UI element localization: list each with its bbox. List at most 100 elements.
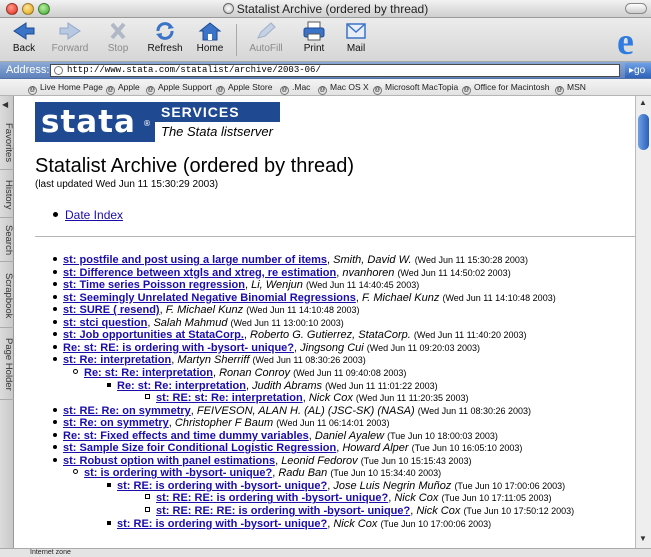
vertical-scrollbar[interactable]: ▲ ▼ xyxy=(635,96,651,548)
thread-subject-link[interactable]: st: Time series Poisson regression xyxy=(63,279,245,291)
thread-subject-link[interactable]: st: is ordering with -bysort- unique? xyxy=(84,467,272,479)
sidebar-tab-search[interactable]: Search xyxy=(0,220,14,262)
go-button[interactable]: ▸go xyxy=(625,63,651,78)
sidebar-tab-scrapbook[interactable]: Scrapbook xyxy=(0,264,14,328)
thread-row: Re: st: Re: interpretation, Ronan Conroy… xyxy=(73,367,406,379)
bullet-marker xyxy=(53,420,57,425)
bullet-marker xyxy=(73,469,78,475)
thread-subject-link[interactable]: st: Re: interpretation xyxy=(63,354,171,366)
bullet-marker xyxy=(53,457,57,462)
favorite-link[interactable]: @ Live Home Page xyxy=(28,82,103,95)
thread-author: Daniel Ayalew xyxy=(314,429,385,442)
favorite-globe-icon: @ xyxy=(555,86,564,95)
thread-subject-link[interactable]: Re: st: Re: interpretation xyxy=(84,367,213,379)
bullet-marker xyxy=(53,432,57,437)
thread-subject-link[interactable]: st: SURE ( resend) xyxy=(63,304,160,316)
thread-date: (Tue Jun 10 17:00:06 2003) xyxy=(454,480,566,491)
bullet-marker xyxy=(53,319,57,324)
favorite-globe-icon: @ xyxy=(106,86,115,95)
print-label: Print xyxy=(303,43,325,54)
thread-subject-link[interactable]: st: RE: RE: is ordering with -bysort- un… xyxy=(156,492,388,504)
thread-subject-link[interactable]: Re: st: RE: is ordering with -bysort- un… xyxy=(63,342,294,354)
bullet-marker xyxy=(53,344,57,349)
thread-row: st: Job opportunities at StataCorp., Rob… xyxy=(53,329,526,341)
thread-author: Leonid Fedorov xyxy=(281,454,358,467)
sidebar-tab-page-holder[interactable]: Page Holder xyxy=(0,330,14,400)
refresh-icon xyxy=(156,22,174,40)
bullet-marker xyxy=(53,357,57,362)
thread-row: st: Re: on symmetry, Christopher F Baum … xyxy=(53,417,389,429)
favorite-link[interactable]: @ .Mac xyxy=(280,82,310,95)
thread-date: (Wed Jun 11 06:14:01 2003) xyxy=(276,418,390,429)
thread-date: (Tue Jun 10 17:11:05 2003) xyxy=(441,493,552,504)
thread-subject-link[interactable]: Re: st: Re: interpretation xyxy=(117,380,246,392)
bullet-marker xyxy=(53,257,57,261)
thread-date: (Wed Jun 11 09:20:03 2003) xyxy=(366,342,481,353)
scroll-up-icon[interactable]: ▲ xyxy=(639,98,647,107)
thread-subject-link[interactable]: st: Difference between xtgls and xtreg, … xyxy=(63,267,336,279)
thread-subject-link[interactable]: st: stci question xyxy=(63,317,147,329)
thread-author: FEIVESON, ALAN H. (AL) (JSC-SK) (NASA) xyxy=(196,404,415,417)
thread-subject-link[interactable]: st: RE: Re: on symmetry xyxy=(63,405,191,417)
thread-row: st: RE: RE: RE: is ordering with -bysort… xyxy=(145,505,574,517)
refresh-label: Refresh xyxy=(147,43,183,54)
toolbar-toggle-button[interactable] xyxy=(625,3,647,14)
scroll-down-icon[interactable]: ▼ xyxy=(639,534,647,543)
thread-row: st: Sample Size foir Conditional Logisti… xyxy=(53,442,522,454)
home-button[interactable]: Home xyxy=(190,20,230,60)
autofill-button[interactable]: AutoFill xyxy=(242,20,290,60)
mail-button[interactable]: Mail xyxy=(336,20,376,60)
thread-subject-link[interactable]: st: Job opportunities at StataCorp. xyxy=(63,329,244,341)
thread-subject-link[interactable]: st: Sample Size foir Conditional Logisti… xyxy=(63,442,336,454)
sidebar-tab-history[interactable]: History xyxy=(0,172,14,218)
thread-date: (Wed Jun 11 08:30:26 2003) xyxy=(252,355,366,366)
thread-row: st: is ordering with -bysort- unique?, R… xyxy=(73,467,441,479)
url-input[interactable]: http://www.stata.com/statalist/archive/2… xyxy=(50,64,620,77)
forward-button[interactable]: Forward xyxy=(46,20,94,60)
thread-row: st: RE: st: Re: interpretation, Nick Cox… xyxy=(145,392,468,404)
favorite-link[interactable]: @ Office for Macintosh xyxy=(462,82,549,95)
address-label: Address: xyxy=(6,64,50,76)
sidebar-tab-favorites[interactable]: Favorites xyxy=(0,116,14,170)
thread-subject-link[interactable]: st: RE: RE: RE: is ordering with -bysort… xyxy=(156,505,410,517)
thread-subject-link[interactable]: st: Seemingly Unrelated Negative Binomia… xyxy=(63,292,356,304)
thread-date: (Wed Jun 11 15:30:28 2003) xyxy=(414,255,528,265)
thread-author: Nick Cox xyxy=(333,517,378,530)
favorite-link[interactable]: @ Apple Store xyxy=(216,82,272,95)
favorite-link[interactable]: @ Mac OS X xyxy=(318,82,369,95)
favorite-link[interactable]: @ MSN xyxy=(555,82,586,95)
stop-button[interactable]: Stop xyxy=(98,20,138,60)
print-button[interactable]: Print xyxy=(294,20,334,60)
bullet-marker xyxy=(145,507,150,512)
thread-author: Li, Wenjun xyxy=(251,279,303,292)
refresh-button[interactable]: Refresh xyxy=(142,20,188,60)
bullet-marker xyxy=(107,382,111,387)
favorite-link[interactable]: @ Apple xyxy=(106,82,140,95)
thread-row: st: RE: is ordering with -bysort- unique… xyxy=(107,480,565,492)
sidebar-toggle-icon[interactable]: ◀ xyxy=(2,100,12,110)
thread-subject-link[interactable]: Re: st: Fixed effects and time dummy var… xyxy=(63,430,309,442)
thread-author: Christopher F Baum xyxy=(174,417,274,430)
back-button[interactable]: Back xyxy=(4,20,44,60)
favorite-link[interactable]: @ Apple Support xyxy=(146,82,212,95)
thread-row: st: RE: RE: is ordering with -bysort- un… xyxy=(145,492,552,504)
thread-row: Re: st: Fixed effects and time dummy var… xyxy=(53,430,498,442)
thread-author: Jingsong Cui xyxy=(300,341,364,354)
thread-row: st: RE: Re: on symmetry, FEIVESON, ALAN … xyxy=(53,405,531,417)
thread-date: (Wed Jun 11 09:40:08 2003) xyxy=(293,367,407,378)
page-content: stata ® SERVICES The Stata listserver Sta… xyxy=(15,96,635,548)
thread-subject-link[interactable]: st: RE: is ordering with -bysort- unique… xyxy=(117,518,327,530)
divider xyxy=(35,236,635,237)
thread-subject-link[interactable]: st: RE: st: Re: interpretation xyxy=(156,392,303,404)
favorite-globe-icon: @ xyxy=(28,86,37,95)
thread-subject-link[interactable]: st: Robust option with panel estimations xyxy=(63,455,275,467)
browser-toolbar: Back Forward Stop Refresh Home AutoFill … xyxy=(0,18,651,62)
favorite-link[interactable]: @ Microsoft MacTopia xyxy=(373,82,458,95)
scrollbar-thumb[interactable] xyxy=(638,114,649,150)
thread-author: Salah Mahmud xyxy=(153,316,228,329)
thread-subject-link[interactable]: st: Re: on symmetry xyxy=(63,417,169,429)
thread-subject-link[interactable]: st: postfile and post using a large numb… xyxy=(63,254,327,266)
date-index-link[interactable]: Date Index xyxy=(65,208,123,222)
thread-author: F. Michael Kunz xyxy=(165,304,244,317)
thread-subject-link[interactable]: st: RE: is ordering with -bysort- unique… xyxy=(117,480,327,492)
